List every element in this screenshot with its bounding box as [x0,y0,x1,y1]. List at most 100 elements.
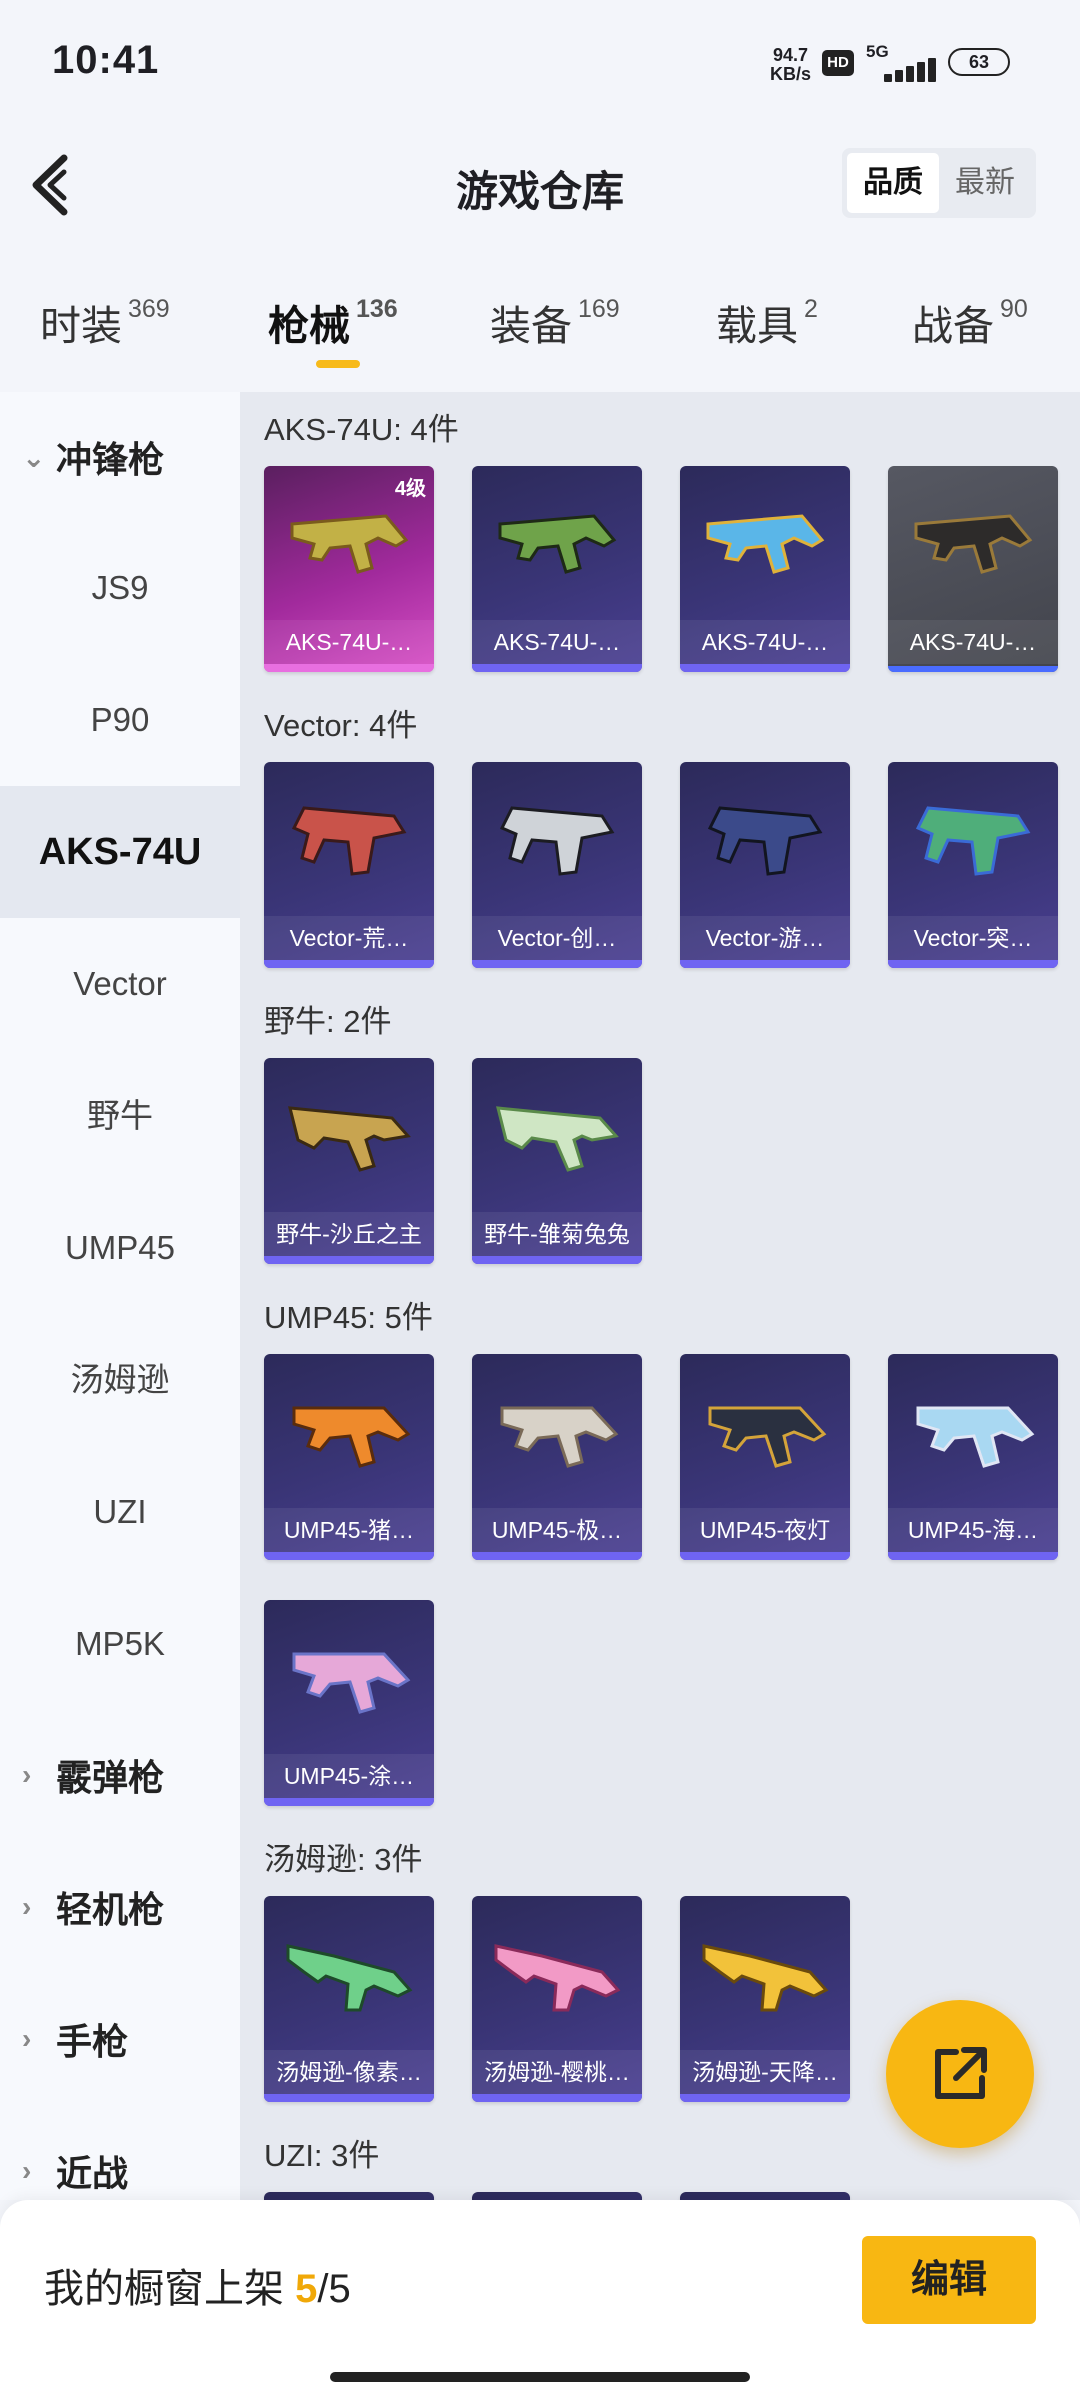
weapon-card-label: 汤姆逊-天降… [680,2050,850,2094]
smg-icon [707,806,823,876]
smg-icon [290,514,409,574]
group-title-ump45: UMP45: 5件 [264,1300,433,1335]
sidebar-item-js9[interactable]: JS9 [0,522,240,654]
group-title-bizon: 野牛: 2件 [264,1004,392,1039]
tab-equipment[interactable]: 装备 169 [490,292,620,352]
weapon-card[interactable]: 野牛-雏菊兔兔 [472,1058,642,1264]
weapon-card-label: UMP45-海… [888,1508,1058,1552]
chevron-right-icon: › [22,1759,32,1790]
smg-icon [708,1406,827,1468]
smg-icon [286,1944,413,2012]
sidebar-cat-shotgun[interactable]: › 霰弹枪 [0,1710,240,1840]
edit-button[interactable]: 编辑 [862,2236,1036,2324]
weapon-card-label: UMP45-极… [472,1508,642,1552]
weapon-card[interactable]: 汤姆逊-樱桃… [472,1896,642,2102]
sidebar-cat-smg[interactable]: ⌄ 冲锋枪 [0,392,240,522]
weapon-card[interactable]: AKS-74U-… [888,466,1058,672]
tab-fashion[interactable]: 时装 369 [40,292,170,352]
weapon-card[interactable] [264,2192,434,2200]
category-tabs: 时装 369 枪械 136 装备 169 载具 2 战备 90 [0,280,1080,380]
weapon-card[interactable]: 汤姆逊-天降… [680,1896,850,2102]
smg-icon [292,1652,411,1714]
bottom-bar: 我的橱窗上架 5/5 编辑 [0,2200,1080,2400]
sort-newest-button[interactable]: 最新 [939,153,1031,213]
showcase-status: 我的橱窗上架 5/5 [44,2267,351,2311]
smg-icon [494,1944,621,2012]
weapon-card[interactable]: UMP45-极… [472,1354,642,1560]
smg-icon [292,1406,411,1468]
smg-icon [496,1106,619,1172]
weapon-type-sidebar: ⌄ 冲锋枪 JS9 P90 AKS-74U Vector 野牛 UMP45 汤姆逊… [0,392,240,2200]
sidebar-cat-lmg[interactable]: › 轻机枪 [0,1842,240,1972]
external-link-icon [935,2047,987,2099]
weapon-card[interactable]: AKS-74U-… [472,466,642,672]
chevron-right-icon: › [22,1891,32,1922]
chevron-down-icon: ⌄ [22,441,46,473]
weapon-card[interactable] [472,2192,642,2200]
tab-vehicles[interactable]: 载具 2 [716,292,818,352]
sidebar-cat-melee[interactable]: › 近战 [0,2106,240,2200]
share-button[interactable] [886,2000,1034,2148]
weapon-card-label: Vector-突… [888,916,1058,960]
smg-icon [702,1944,829,2012]
weapon-card-label: AKS-74U-… [888,620,1058,664]
weapon-card-label: Vector-荒… [264,916,434,960]
smg-icon [499,806,615,876]
weapon-card[interactable]: UMP45-涂… [264,1600,434,1806]
weapon-card[interactable] [680,2192,850,2200]
weapon-card-label: AKS-74U-… [472,620,642,664]
weapon-card-label: 野牛-沙丘之主 [264,1212,434,1256]
group-title-tommy: 汤姆逊: 3件 [264,1842,423,1877]
smg-icon [288,1106,411,1172]
network-speed: 94.7 KB/s [770,45,812,84]
smg-icon [706,514,825,574]
weapon-card[interactable]: Vector-荒… [264,762,434,968]
weapon-card-label: UMP45-涂… [264,1754,434,1798]
weapon-card-label: AKS-74U-… [680,620,850,664]
sidebar-item-mp5k[interactable]: MP5K [0,1578,240,1710]
chevron-right-icon: › [22,2023,32,2054]
smg-icon [291,806,407,876]
weapon-card-label: Vector-创… [472,916,642,960]
weapon-card[interactable]: 野牛-沙丘之主 [264,1058,434,1264]
weapon-card[interactable]: AKS-74U-… [680,466,850,672]
weapon-card[interactable]: 汤姆逊-像素… [264,1896,434,2102]
signal-icon [866,58,936,82]
header: 游戏仓库 品质 最新 [0,130,1080,240]
smg-icon [914,514,1033,574]
weapon-card[interactable]: Vector-突… [888,762,1058,968]
weapon-card[interactable]: Vector-创… [472,762,642,968]
sidebar-item-bizon[interactable]: 野牛 [0,1050,240,1182]
weapon-card-label: 野牛-雏菊兔兔 [472,1212,642,1256]
sidebar-item-vector[interactable]: Vector [0,918,240,1050]
clock: 10:41 [52,38,160,82]
smg-icon [498,514,617,574]
hd-icon: HD [822,50,854,76]
sidebar-item-tommy[interactable]: 汤姆逊 [0,1314,240,1446]
sort-toggle: 品质 最新 [842,148,1036,218]
tab-indicator [316,360,360,368]
weapon-card-label: UMP45-夜灯 [680,1508,850,1552]
group-title-uzi: UZI: 3件 [264,2138,380,2173]
sidebar-cat-pistol[interactable]: › 手枪 [0,1974,240,2104]
weapon-card[interactable]: 4级 AKS-74U-… [264,466,434,672]
smg-icon [916,1406,1035,1468]
weapon-card-label: 汤姆逊-像素… [264,2050,434,2094]
sidebar-item-uzi[interactable]: UZI [0,1446,240,1578]
tab-supplies[interactable]: 战备 90 [912,292,1028,352]
chevron-right-icon: › [22,2155,32,2186]
weapon-card[interactable]: Vector-游… [680,762,850,968]
weapon-card[interactable]: UMP45-夜灯 [680,1354,850,1560]
sidebar-item-p90[interactable]: P90 [0,654,240,786]
tab-weapons[interactable]: 枪械 136 [268,292,398,352]
weapon-card[interactable]: UMP45-海… [888,1354,1058,1560]
sidebar-item-aks74u[interactable]: AKS-74U [0,786,240,918]
weapon-card[interactable]: UMP45-猪… [264,1354,434,1560]
sidebar-item-ump45[interactable]: UMP45 [0,1182,240,1314]
weapon-card-label: UMP45-猪… [264,1508,434,1552]
sort-quality-button[interactable]: 品质 [847,153,939,213]
weapon-grid: AKS-74U: 4件 4级 AKS-74U-… AKS-74U-… AKS-7… [240,392,1080,2200]
home-indicator [330,2372,750,2382]
weapon-card-label: 汤姆逊-樱桃… [472,2050,642,2094]
group-title-aks74u: AKS-74U: 4件 [264,412,459,447]
